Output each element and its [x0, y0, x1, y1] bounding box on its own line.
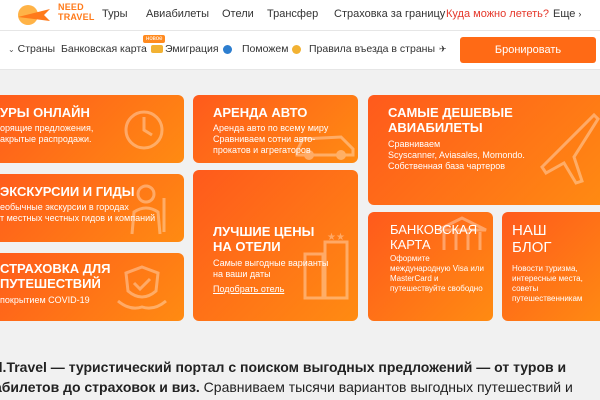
chevron-down-icon: ›	[578, 9, 582, 19]
tile-blog[interactable]: НАШ БЛОГ Новости туризма, интересные мес…	[502, 212, 600, 321]
brand-line2: TRAVEL	[58, 12, 95, 22]
nav-hotels[interactable]: Отели	[222, 8, 254, 20]
brand-name[interactable]: NEED TRAVEL	[58, 2, 95, 22]
subnav-bank-card[interactable]: Банковская карта	[61, 43, 163, 55]
tile-insurance-title: СТРАХОВКА ДЛЯ ПУТЕШЕСТВИЙ	[0, 261, 111, 291]
tile-insurance[interactable]: СТРАХОВКА ДЛЯ ПУТЕШЕСТВИЙ покрытием COVI…	[0, 253, 184, 321]
tile-car-title: АРЕНДА АВТО	[213, 105, 308, 120]
intro-paragraph: d.Travel — туристический портал с поиско…	[0, 357, 600, 397]
svg-text:★★: ★★	[327, 232, 345, 243]
globe-icon	[222, 44, 232, 54]
subnav-countries-label: Страны	[17, 43, 56, 55]
nav-where-to-fly[interactable]: Куда можно лететь?	[446, 8, 549, 20]
smile-icon	[292, 44, 302, 54]
nav-insurance[interactable]: Страховка за границу	[334, 8, 445, 20]
tile-excursions[interactable]: ЭКСКУРСИИ И ГИДЫ еобычные экскурсии в го…	[0, 174, 184, 242]
hotel-building-icon: ★★	[303, 232, 349, 300]
tile-bank-card[interactable]: БАНКОВСКАЯ КАРТА Оформите международную …	[368, 212, 493, 321]
subnav-emigration-label: Эмиграция	[165, 43, 219, 55]
credit-card-icon	[150, 45, 163, 54]
subnav-help-label: Поможем	[242, 43, 289, 55]
logo-icon[interactable]	[14, 3, 54, 27]
tile-tours[interactable]: УРЫ ОНЛАЙН орящие предложения, акрытые р…	[0, 95, 184, 163]
nav-transfer[interactable]: Трансфер	[267, 8, 318, 20]
tile-bank-text: Оформите международную Visa или MasterCa…	[390, 254, 485, 293]
top-navigation: NEED TRAVEL Туры Авиабилеты Отели Трансф…	[0, 0, 600, 31]
book-button[interactable]: Бронировать	[460, 37, 596, 63]
nav-tours[interactable]: Туры	[102, 8, 128, 20]
find-hotel-link[interactable]: Подобрать отель	[213, 284, 284, 294]
clock-globe-icon	[124, 110, 164, 150]
nav-more-label: Еще	[553, 8, 576, 20]
car-icon	[295, 135, 355, 160]
subnav-entry-rules[interactable]: Правила въезда в страны ✈	[309, 43, 447, 55]
shield-hands-icon	[117, 265, 167, 310]
tile-insurance-text: покрытием COVID-19	[0, 295, 90, 305]
intro-rest: Сравниваем тысячи вариантов выгодных пут…	[199, 379, 573, 395]
tile-excursions-title: ЭКСКУРСИИ И ГИДЫ	[0, 184, 135, 199]
tile-hotels[interactable]: ЛУЧШИЕ ЦЕНЫ НА ОТЕЛИ Самые выгодные вари…	[193, 170, 358, 321]
tile-flights-title: САМЫЕ ДЕШЕВЫЕ АВИАБИЛЕТЫ	[388, 105, 513, 135]
tile-tours-title: УРЫ ОНЛАЙН	[0, 105, 90, 120]
tile-flights-text: Сравниваем Scyscanner, Aviasales, Momond…	[388, 139, 525, 171]
plane-icon: ✈	[439, 43, 447, 54]
intro-bold-line2: абилетов до страховок и виз.	[0, 379, 200, 395]
subnav-help[interactable]: Поможем	[242, 43, 302, 55]
subnav-countries[interactable]: ⌄ Страны	[6, 43, 55, 55]
nav-more[interactable]: Еще ›	[553, 8, 581, 20]
new-badge: новое	[143, 35, 166, 43]
secondary-navigation: ⌄ Страны Банковская карта новое Эмиграци…	[0, 31, 600, 70]
chevron-down-icon: ⌄	[8, 45, 15, 54]
brand-line1: NEED	[58, 2, 84, 12]
bank-icon	[437, 216, 487, 250]
tile-blog-title: НАШ БЛОГ	[512, 222, 552, 256]
subnav-bank-card-label: Банковская карта	[61, 43, 147, 55]
tile-blog-text: Новости туризма, интересные места, совет…	[512, 264, 583, 303]
tile-tours-text: орящие предложения, акрытые распродажи.	[0, 123, 94, 144]
intro-bold-line1: d.Travel — туристический портал с поиско…	[0, 359, 567, 375]
airplane-icon	[540, 112, 600, 185]
subnav-entry-rules-label: Правила въезда в страны	[309, 43, 435, 55]
tile-flights[interactable]: САМЫЕ ДЕШЕВЫЕ АВИАБИЛЕТЫ Сравниваем Scys…	[368, 95, 600, 205]
subnav-emigration[interactable]: Эмиграция	[165, 43, 232, 55]
guide-person-icon	[130, 184, 166, 235]
nav-flights[interactable]: Авиабилеты	[146, 8, 209, 20]
tile-car-rental[interactable]: АРЕНДА АВТО Аренда авто по всему миру Ср…	[193, 95, 358, 163]
